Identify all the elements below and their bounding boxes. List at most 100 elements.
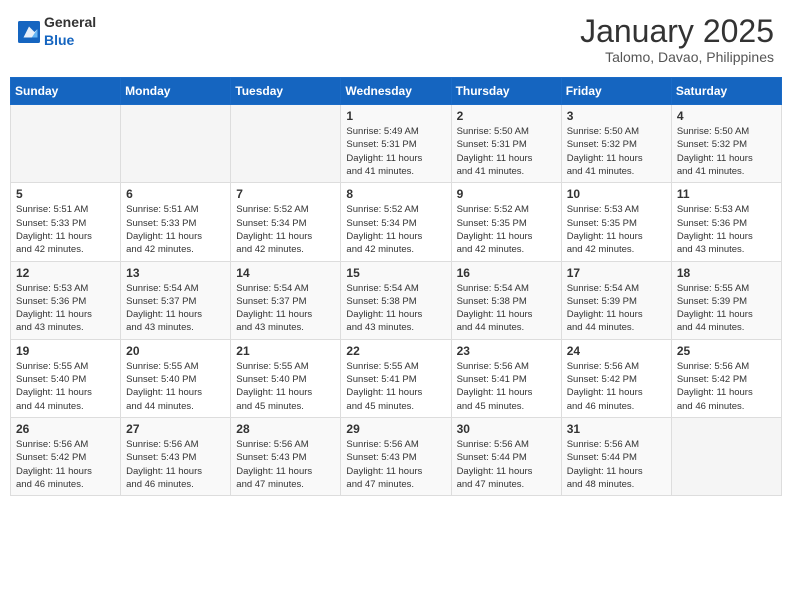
day-info: Sunrise: 5:56 AM Sunset: 5:43 PM Dayligh…: [236, 438, 335, 491]
logo-blue-text: Blue: [44, 32, 74, 48]
day-number: 6: [126, 187, 225, 201]
calendar-cell: 5 Sunrise: 5:51 AM Sunset: 5:33 PM Daylig…: [11, 183, 121, 261]
day-info: Sunrise: 5:56 AM Sunset: 5:41 PM Dayligh…: [457, 360, 556, 413]
day-info: Sunrise: 5:56 AM Sunset: 5:42 PM Dayligh…: [677, 360, 776, 413]
weekday-header-row: SundayMondayTuesdayWednesdayThursdayFrid…: [11, 78, 782, 105]
calendar-cell: [671, 417, 781, 495]
calendar-week-row: 19 Sunrise: 5:55 AM Sunset: 5:40 PM Dayli…: [11, 339, 782, 417]
day-info: Sunrise: 5:53 AM Sunset: 5:35 PM Dayligh…: [567, 203, 666, 256]
day-info: Sunrise: 5:56 AM Sunset: 5:44 PM Dayligh…: [457, 438, 556, 491]
day-info: Sunrise: 5:55 AM Sunset: 5:39 PM Dayligh…: [677, 282, 776, 335]
calendar-cell: 10 Sunrise: 5:53 AM Sunset: 5:35 PM Dayli…: [561, 183, 671, 261]
calendar-cell: 12 Sunrise: 5:53 AM Sunset: 5:36 PM Dayli…: [11, 261, 121, 339]
day-info: Sunrise: 5:50 AM Sunset: 5:31 PM Dayligh…: [457, 125, 556, 178]
weekday-header: Thursday: [451, 78, 561, 105]
calendar-cell: 21Sunrise: 5:55 AM Sunset: 5:40 PM Dayli…: [231, 339, 341, 417]
day-info: Sunrise: 5:54 AM Sunset: 5:38 PM Dayligh…: [346, 282, 445, 335]
calendar-cell: 9Sunrise: 5:52 AM Sunset: 5:35 PM Daylig…: [451, 183, 561, 261]
calendar-cell: 7 Sunrise: 5:52 AM Sunset: 5:34 PM Daylig…: [231, 183, 341, 261]
calendar-cell: 25Sunrise: 5:56 AM Sunset: 5:42 PM Dayli…: [671, 339, 781, 417]
calendar-cell: 23 Sunrise: 5:56 AM Sunset: 5:41 PM Dayli…: [451, 339, 561, 417]
day-number: 5: [16, 187, 115, 201]
calendar-cell: 2 Sunrise: 5:50 AM Sunset: 5:31 PM Daylig…: [451, 105, 561, 183]
calendar-cell: 13Sunrise: 5:54 AM Sunset: 5:37 PM Dayli…: [121, 261, 231, 339]
day-info: Sunrise: 5:56 AM Sunset: 5:42 PM Dayligh…: [16, 438, 115, 491]
day-number: 4: [677, 109, 776, 123]
day-info: Sunrise: 5:55 AM Sunset: 5:41 PM Dayligh…: [346, 360, 445, 413]
title-block: January 2025 Talomo, Davao, Philippines: [580, 14, 774, 65]
calendar-cell: 14 Sunrise: 5:54 AM Sunset: 5:37 PM Dayli…: [231, 261, 341, 339]
calendar-title: January 2025: [580, 14, 774, 49]
day-info: Sunrise: 5:53 AM Sunset: 5:36 PM Dayligh…: [677, 203, 776, 256]
day-number: 22: [346, 344, 445, 358]
weekday-header: Friday: [561, 78, 671, 105]
day-info: Sunrise: 5:50 AM Sunset: 5:32 PM Dayligh…: [567, 125, 666, 178]
day-number: 27: [126, 422, 225, 436]
calendar-cell: 1Sunrise: 5:49 AM Sunset: 5:31 PM Daylig…: [341, 105, 451, 183]
weekday-header: Saturday: [671, 78, 781, 105]
day-info: Sunrise: 5:49 AM Sunset: 5:31 PM Dayligh…: [346, 125, 445, 178]
day-info: Sunrise: 5:54 AM Sunset: 5:37 PM Dayligh…: [236, 282, 335, 335]
calendar-cell: 4 Sunrise: 5:50 AM Sunset: 5:32 PM Daylig…: [671, 105, 781, 183]
logo-icon: [18, 21, 40, 43]
calendar-cell: 20 Sunrise: 5:55 AM Sunset: 5:40 PM Dayli…: [121, 339, 231, 417]
day-number: 2: [457, 109, 556, 123]
day-info: Sunrise: 5:50 AM Sunset: 5:32 PM Dayligh…: [677, 125, 776, 178]
calendar-cell: [11, 105, 121, 183]
day-number: 24: [567, 344, 666, 358]
weekday-header: Monday: [121, 78, 231, 105]
day-number: 23: [457, 344, 556, 358]
calendar-cell: 22 Sunrise: 5:55 AM Sunset: 5:41 PM Dayli…: [341, 339, 451, 417]
calendar-cell: 8 Sunrise: 5:52 AM Sunset: 5:34 PM Daylig…: [341, 183, 451, 261]
day-info: Sunrise: 5:54 AM Sunset: 5:38 PM Dayligh…: [457, 282, 556, 335]
day-number: 20: [126, 344, 225, 358]
calendar-cell: 6 Sunrise: 5:51 AM Sunset: 5:33 PM Daylig…: [121, 183, 231, 261]
day-info: Sunrise: 5:51 AM Sunset: 5:33 PM Dayligh…: [126, 203, 225, 256]
calendar-cell: [121, 105, 231, 183]
weekday-header: Sunday: [11, 78, 121, 105]
day-number: 14: [236, 266, 335, 280]
day-number: 15: [346, 266, 445, 280]
day-number: 19: [16, 344, 115, 358]
day-info: Sunrise: 5:52 AM Sunset: 5:35 PM Dayligh…: [457, 203, 556, 256]
day-number: 29: [346, 422, 445, 436]
day-info: Sunrise: 5:56 AM Sunset: 5:43 PM Dayligh…: [126, 438, 225, 491]
day-number: 30: [457, 422, 556, 436]
day-number: 10: [567, 187, 666, 201]
logo-general-text: General: [44, 14, 96, 30]
day-info: Sunrise: 5:55 AM Sunset: 5:40 PM Dayligh…: [126, 360, 225, 413]
calendar-week-row: 12 Sunrise: 5:53 AM Sunset: 5:36 PM Dayli…: [11, 261, 782, 339]
calendar-week-row: 1Sunrise: 5:49 AM Sunset: 5:31 PM Daylig…: [11, 105, 782, 183]
day-number: 11: [677, 187, 776, 201]
weekday-header: Tuesday: [231, 78, 341, 105]
calendar-subtitle: Talomo, Davao, Philippines: [580, 49, 774, 65]
calendar-cell: 26Sunrise: 5:56 AM Sunset: 5:42 PM Dayli…: [11, 417, 121, 495]
day-info: Sunrise: 5:52 AM Sunset: 5:34 PM Dayligh…: [346, 203, 445, 256]
day-info: Sunrise: 5:54 AM Sunset: 5:39 PM Dayligh…: [567, 282, 666, 335]
day-info: Sunrise: 5:54 AM Sunset: 5:37 PM Dayligh…: [126, 282, 225, 335]
calendar-cell: 11 Sunrise: 5:53 AM Sunset: 5:36 PM Dayli…: [671, 183, 781, 261]
day-number: 12: [16, 266, 115, 280]
logo: General Blue: [18, 14, 96, 50]
calendar-cell: 16 Sunrise: 5:54 AM Sunset: 5:38 PM Dayli…: [451, 261, 561, 339]
day-number: 7: [236, 187, 335, 201]
day-info: Sunrise: 5:56 AM Sunset: 5:42 PM Dayligh…: [567, 360, 666, 413]
calendar-cell: 31 Sunrise: 5:56 AM Sunset: 5:44 PM Dayli…: [561, 417, 671, 495]
day-number: 17: [567, 266, 666, 280]
day-number: 16: [457, 266, 556, 280]
day-info: Sunrise: 5:53 AM Sunset: 5:36 PM Dayligh…: [16, 282, 115, 335]
day-info: Sunrise: 5:52 AM Sunset: 5:34 PM Dayligh…: [236, 203, 335, 256]
day-number: 28: [236, 422, 335, 436]
calendar-cell: 18Sunrise: 5:55 AM Sunset: 5:39 PM Dayli…: [671, 261, 781, 339]
day-number: 8: [346, 187, 445, 201]
calendar-cell: 28 Sunrise: 5:56 AM Sunset: 5:43 PM Dayli…: [231, 417, 341, 495]
day-info: Sunrise: 5:55 AM Sunset: 5:40 PM Dayligh…: [16, 360, 115, 413]
day-number: 3: [567, 109, 666, 123]
day-info: Sunrise: 5:51 AM Sunset: 5:33 PM Dayligh…: [16, 203, 115, 256]
day-info: Sunrise: 5:56 AM Sunset: 5:43 PM Dayligh…: [346, 438, 445, 491]
calendar-cell: 27 Sunrise: 5:56 AM Sunset: 5:43 PM Dayli…: [121, 417, 231, 495]
calendar-week-row: 5 Sunrise: 5:51 AM Sunset: 5:33 PM Daylig…: [11, 183, 782, 261]
day-number: 31: [567, 422, 666, 436]
day-info: Sunrise: 5:56 AM Sunset: 5:44 PM Dayligh…: [567, 438, 666, 491]
weekday-header: Wednesday: [341, 78, 451, 105]
